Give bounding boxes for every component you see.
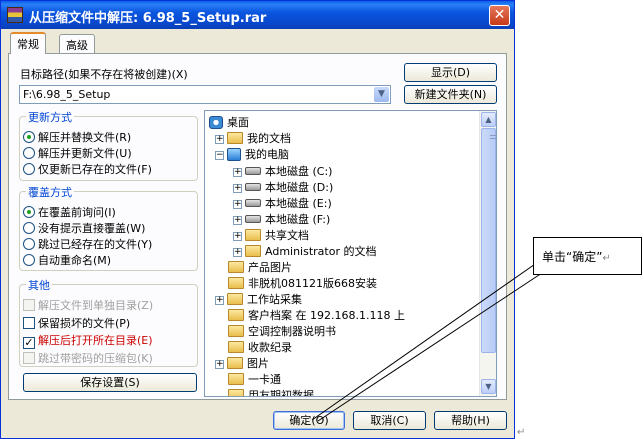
folder-icon [228, 309, 244, 321]
tree-node-drive-d[interactable]: + 本地磁盘 (D:) [233, 179, 333, 195]
tree-node-card[interactable]: 一卡通 [228, 371, 281, 387]
drive-icon [245, 199, 261, 207]
tree-node-customer-files[interactable]: 客户档案 在 192.168.1.118 上 [228, 307, 405, 323]
expand-icon[interactable]: + [233, 168, 242, 177]
winrar-icon [7, 7, 23, 23]
save-settings-button[interactable]: 保存设置(S) [23, 373, 197, 392]
folder-icon [228, 373, 244, 385]
show-button[interactable]: 显示(D) [404, 63, 497, 82]
computer-icon [227, 148, 241, 161]
tree-node-my-documents[interactable]: + 我的文档 [215, 130, 291, 146]
tree-node-admin-docs[interactable]: + Administrator 的文档 [233, 243, 376, 259]
tree-node-workstation[interactable]: + 工作站采集 [215, 291, 302, 307]
radio-button[interactable] [23, 222, 35, 234]
drive-icon [245, 215, 261, 223]
radio-button[interactable] [23, 238, 35, 250]
scroll-down-icon[interactable]: ▼ [481, 379, 496, 394]
new-folder-button[interactable]: 新建文件夹(N) [404, 85, 497, 104]
extract-dialog: 从压缩文件中解压: 6.98_5_Setup.rar ✕ 常规 高级 目标路径(… [0, 0, 515, 439]
help-button[interactable]: 帮助(H) [434, 411, 507, 430]
tree-scrollbar[interactable]: ▲ ▼ [479, 111, 496, 396]
folder-tree[interactable]: 桌面 + 我的文档 − 我的电脑 + 本地磁盘 (C:) + 本地磁盘 (D:) + 本地… [204, 110, 497, 397]
tree-node-offline-install[interactable]: 非脱机081121版668安装 [228, 275, 377, 291]
radio-extract-replace[interactable]: 解压并替换文件(R) [23, 129, 131, 144]
folder-icon [245, 245, 261, 257]
drive-icon [245, 183, 261, 191]
desktop-icon [209, 116, 223, 129]
radio-extract-update[interactable]: 解压并更新文件(U) [23, 145, 132, 160]
tree-node-receipts[interactable]: 收款纪录 [228, 339, 292, 355]
expand-icon[interactable]: + [233, 184, 242, 193]
checkbox [23, 299, 35, 311]
destination-label: 目标路径(如果不存在将被创建)(X) [20, 68, 188, 81]
check-separate-folder: 解压文件到单独目录(Z) [23, 297, 153, 312]
radio-auto-rename[interactable]: 自动重命名(M) [23, 252, 111, 267]
radio-button[interactable] [23, 254, 35, 266]
radio-overwrite-without-prompt[interactable]: 没有提示直接覆盖(W) [23, 220, 145, 235]
radio-button[interactable] [23, 147, 35, 159]
expand-icon[interactable]: + [215, 360, 224, 369]
tree-node-yonyou[interactable]: 用友期初数据 [228, 387, 314, 396]
tree-node-pictures[interactable]: + 图片 [215, 355, 269, 371]
expand-icon[interactable]: + [215, 135, 224, 144]
radio-fresh-existing[interactable]: 仅更新已存在的文件(F) [23, 161, 152, 176]
radio-button[interactable] [23, 131, 35, 143]
tree-node-ac-manual[interactable]: 空调控制器说明书 [228, 323, 336, 339]
tree-node-product-images[interactable]: 产品图片 [228, 259, 292, 275]
expand-icon[interactable]: + [233, 216, 242, 225]
scroll-up-icon[interactable]: ▲ [481, 112, 496, 127]
expand-icon[interactable]: + [215, 296, 224, 305]
expand-icon[interactable]: + [233, 248, 242, 257]
folder-icon [228, 261, 244, 273]
expand-icon[interactable]: + [233, 200, 242, 209]
tree-node-drive-c[interactable]: + 本地磁盘 (C:) [233, 163, 332, 179]
tree-node-shared-docs[interactable]: + 共享文档 [233, 227, 309, 243]
check-keep-broken[interactable]: 保留损坏的文件(P) [23, 315, 130, 330]
tree-node-drive-f[interactable]: + 本地磁盘 (F:) [233, 211, 330, 227]
callout-box: 单击“确定”↵ [533, 237, 642, 275]
checkbox [23, 352, 35, 364]
folder-icon [228, 325, 244, 337]
callout-text: 单击“确定”↵ [542, 250, 611, 264]
destination-path-value: F:\6.98_5_Setup [23, 88, 111, 101]
folder-icon [227, 293, 243, 305]
folder-icon [227, 132, 243, 144]
update-mode-title: 更新方式 [26, 109, 74, 125]
tab-general[interactable]: 常规 [10, 32, 46, 54]
tree-node-my-computer[interactable]: − 我的电脑 [215, 146, 289, 162]
paragraph-mark: ↵ [517, 427, 526, 438]
folder-icon [245, 229, 261, 241]
radio-button[interactable] [23, 163, 35, 175]
folder-icon [228, 277, 244, 289]
titlebar[interactable]: 从压缩文件中解压: 6.98_5_Setup.rar ✕ [1, 1, 514, 29]
radio-button[interactable] [23, 206, 35, 218]
folder-icon [228, 389, 244, 396]
folder-icon [228, 341, 244, 353]
ok-button[interactable]: 确定(O) [273, 411, 345, 430]
window-title: 从压缩文件中解压: 6.98_5_Setup.rar [29, 11, 267, 26]
collapse-icon[interactable]: − [215, 151, 224, 160]
drive-icon [245, 167, 261, 175]
chevron-down-icon[interactable]: ▼ [374, 87, 389, 102]
expand-icon[interactable]: + [233, 232, 242, 241]
tree-node-drive-e[interactable]: + 本地磁盘 (E:) [233, 195, 332, 211]
cancel-button[interactable]: 取消(C) [353, 411, 426, 430]
checkbox[interactable]: ✓ [23, 337, 35, 349]
radio-ask-before-overwrite[interactable]: 在覆盖前询问(I) [23, 204, 116, 219]
tab-advanced[interactable]: 高级 [59, 34, 95, 54]
overwrite-mode-title: 覆盖方式 [26, 184, 74, 200]
destination-path-combo[interactable]: F:\6.98_5_Setup ▼ [19, 85, 391, 104]
close-button[interactable]: ✕ [489, 5, 510, 26]
scroll-thumb[interactable] [481, 128, 496, 353]
radio-skip-existing[interactable]: 跳过已经存在的文件(Y) [23, 236, 152, 251]
check-skip-encrypted: 跳过带密码的压缩包(K) [23, 350, 153, 365]
tree-node-desktop[interactable]: 桌面 [209, 114, 249, 130]
checkbox[interactable] [23, 317, 35, 329]
folder-icon [227, 357, 243, 369]
misc-title: 其他 [26, 277, 52, 293]
check-open-folder-after[interactable]: ✓ 解压后打开所在目录(E) [23, 332, 153, 349]
